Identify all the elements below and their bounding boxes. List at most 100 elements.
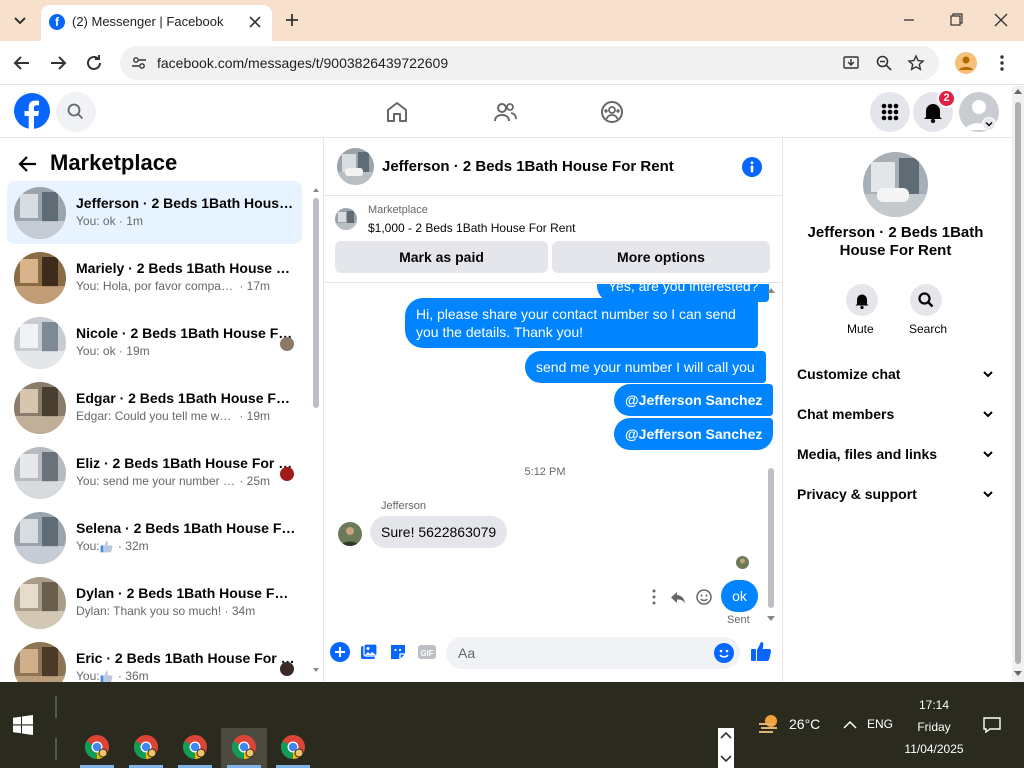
input-language[interactable]: ENG xyxy=(867,717,893,731)
site-info-icon[interactable] xyxy=(130,54,148,72)
arrow-right-icon xyxy=(51,56,67,70)
back-button[interactable] xyxy=(10,51,34,75)
scrollbar-thumb[interactable] xyxy=(768,468,774,608)
facebook-search-button[interactable] xyxy=(56,92,96,132)
gif-button[interactable]: GIF xyxy=(417,642,437,662)
chat-title[interactable]: Jefferson · 2 Beds 1Bath House For Rent xyxy=(382,158,674,175)
outgoing-message[interactable]: send me your number I will call you xyxy=(525,351,766,383)
taskbar-chrome-button[interactable] xyxy=(270,728,316,768)
gif-icon: GIF xyxy=(418,645,436,659)
clock[interactable]: 17:14 Friday 11/04/2025 xyxy=(896,694,972,758)
nav-home[interactable] xyxy=(384,99,410,125)
conversation-item[interactable]: Eric · 2 Beds 1Bath House For Rent You: ·… xyxy=(7,636,302,682)
sender-avatar[interactable] xyxy=(338,522,362,546)
conversation-preview-row: Edgar: Could you tell me where t... · 19… xyxy=(76,409,276,423)
outgoing-message[interactable]: @Jefferson Sanchez xyxy=(614,384,774,416)
scroll-down-icon xyxy=(767,616,775,621)
conversation-item[interactable]: Selena · 2 Beds 1Bath House For Rent You:… xyxy=(7,506,302,569)
conversation-item[interactable]: Edgar · 2 Beds 1Bath House For Rent Edgar… xyxy=(7,376,302,439)
message-more-button[interactable] xyxy=(647,587,661,607)
browser-tab-messenger[interactable]: f (2) Messenger | Facebook xyxy=(41,5,272,41)
sender-name: Jefferson xyxy=(381,500,427,512)
taskbar-chrome-button[interactable] xyxy=(221,728,267,768)
minimize-button[interactable] xyxy=(897,10,921,30)
start-button[interactable] xyxy=(13,715,33,735)
address-bar[interactable]: facebook.com/messages/t/9003826439722609 xyxy=(120,46,939,80)
chat-avatar[interactable] xyxy=(337,148,374,185)
details-section-toggle[interactable]: Customize chat xyxy=(797,364,997,388)
browser-menu-button[interactable] xyxy=(993,52,1011,74)
emoji-button[interactable] xyxy=(714,643,734,663)
conversation-preview: You: ok xyxy=(76,214,116,228)
nav-friends[interactable] xyxy=(492,99,518,125)
weather-widget[interactable]: 26°C xyxy=(757,712,827,736)
scroll-up-icon xyxy=(1014,89,1022,94)
restore-button[interactable] xyxy=(943,10,967,30)
conversation-avatar xyxy=(14,577,66,629)
mark-as-paid-button[interactable]: Mark as paid xyxy=(335,241,548,273)
conversation-item[interactable]: Nicole · 2 Beds 1Bath House For Rent You:… xyxy=(7,311,302,374)
listing-thumbnail[interactable] xyxy=(335,208,357,230)
scrollbar-thumb[interactable] xyxy=(1015,102,1021,664)
taskbar-chrome-button[interactable] xyxy=(172,728,218,768)
conversation-time: 32m xyxy=(125,539,149,553)
outgoing-message[interactable]: ok xyxy=(721,580,758,612)
notification-center-button[interactable] xyxy=(982,715,1002,735)
details-avatar[interactable] xyxy=(863,152,928,217)
scrollbar-thumb[interactable] xyxy=(313,198,319,408)
attach-media-button[interactable] xyxy=(359,642,379,662)
conversation-scrollbar[interactable] xyxy=(312,186,320,676)
outgoing-message[interactable]: Hi, please share your contact number so … xyxy=(405,298,758,348)
person-photo-icon xyxy=(736,556,749,569)
reply-button[interactable] xyxy=(669,588,687,606)
forward-button[interactable] xyxy=(46,51,70,75)
conversation-item[interactable]: Jefferson · 2 Beds 1Bath House For Rent Y… xyxy=(7,181,302,244)
taskbar-chrome-button[interactable] xyxy=(74,728,120,768)
react-button[interactable] xyxy=(695,588,713,606)
tab-search-button[interactable] xyxy=(8,8,32,32)
details-section-toggle[interactable]: Chat members xyxy=(797,404,997,428)
chat-scrollbar[interactable] xyxy=(766,286,776,624)
profile-avatar-button[interactable] xyxy=(955,52,977,74)
more-actions-button[interactable] xyxy=(330,642,350,662)
like-send-button[interactable] xyxy=(750,640,772,662)
mute-button[interactable]: Mute xyxy=(843,284,881,340)
conversation-item[interactable]: Dylan · 2 Beds 1Bath House For Rent Dylan… xyxy=(7,571,302,634)
tray-overflow-button[interactable] xyxy=(842,717,858,733)
outgoing-message[interactable]: @Jefferson Sanchez xyxy=(614,418,774,450)
chevron-down-icon xyxy=(983,451,993,458)
bookmark-star-icon[interactable] xyxy=(907,54,925,72)
conversation-item[interactable]: Mariely · 2 Beds 1Bath House For Rent You… xyxy=(7,246,302,309)
details-section-toggle[interactable]: Media, files and links xyxy=(797,444,997,468)
menu-button[interactable] xyxy=(870,92,910,132)
taskbar-scroll-control[interactable] xyxy=(718,728,734,768)
panel-title: Marketplace xyxy=(50,150,178,175)
conversation-info-button[interactable] xyxy=(742,157,762,177)
sticker-button[interactable] xyxy=(388,642,408,662)
install-app-icon[interactable] xyxy=(842,54,860,72)
details-section-toggle[interactable]: Privacy & support xyxy=(797,484,997,508)
close-window-button[interactable] xyxy=(989,10,1013,30)
reload-button[interactable] xyxy=(82,51,106,75)
account-chevron-icon[interactable] xyxy=(982,117,996,131)
listing-photo-icon xyxy=(14,317,66,369)
back-button[interactable] xyxy=(16,152,40,176)
message-input[interactable]: Aa xyxy=(446,637,740,669)
page-scrollbar[interactable] xyxy=(1012,86,1024,682)
listing-price-title[interactable]: $1,000 - 2 Beds 1Bath House For Rent xyxy=(368,221,575,235)
temperature: 26°C xyxy=(789,716,821,732)
conversation-item[interactable]: Eliz · 2 Beds 1Bath House For Rent You: s… xyxy=(7,441,302,504)
search-in-chat-button[interactable]: Search xyxy=(907,284,947,340)
facebook-logo[interactable] xyxy=(14,93,50,129)
plus-icon xyxy=(286,14,298,26)
nav-groups[interactable] xyxy=(599,99,625,125)
more-options-button[interactable]: More options xyxy=(552,241,770,273)
weather-hazy-sun-icon xyxy=(759,715,777,733)
facebook-favicon-icon: f xyxy=(49,14,65,30)
tab-close-button[interactable] xyxy=(246,13,264,31)
taskbar-chrome-button[interactable] xyxy=(123,728,169,768)
new-tab-button[interactable] xyxy=(282,10,302,30)
listing-photo-icon xyxy=(14,252,66,304)
zoom-icon[interactable] xyxy=(875,54,893,72)
incoming-message[interactable]: Sure! 5622863079 xyxy=(370,516,508,548)
